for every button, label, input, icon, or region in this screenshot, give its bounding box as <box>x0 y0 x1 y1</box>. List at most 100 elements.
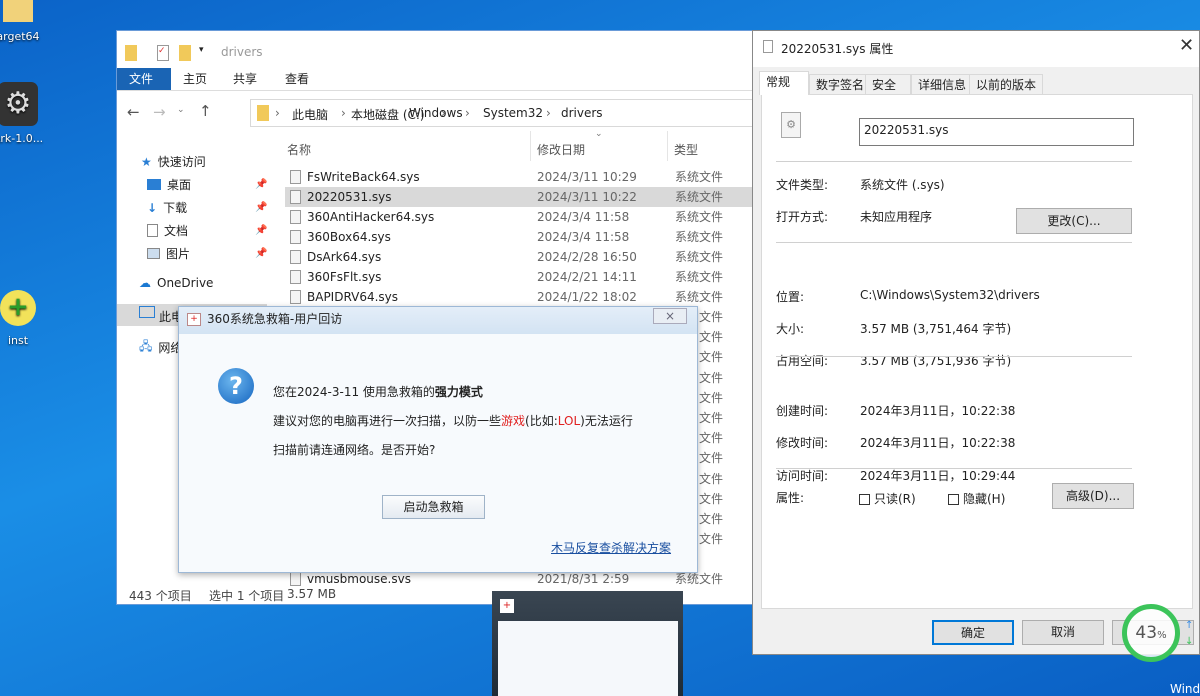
nav-label: 快速访问 <box>157 155 206 169</box>
tab-details[interactable]: 详细信息 <box>911 74 974 95</box>
pin-icon[interactable]: 📌 <box>255 248 267 259</box>
tab-home[interactable]: 主页 <box>171 68 219 90</box>
address-bar[interactable]: › 此电脑 › 本地磁盘 (C:) › Windows › System32 ›… <box>250 99 770 127</box>
status-selected: 选中 1 个项目 <box>209 589 285 603</box>
back-icon[interactable]: ← <box>127 103 140 121</box>
file-row[interactable]: FsWriteBack64.sys 2024/3/11 10:29 系统文件 <box>285 167 757 187</box>
properties-icon[interactable]: ✓ <box>157 45 169 61</box>
system-file-icon <box>763 40 773 53</box>
pin-icon[interactable]: 📌 <box>255 202 267 213</box>
nav-quick-access[interactable]: ★ 快速访问 <box>141 153 206 170</box>
tab-general[interactable]: 常规 <box>759 71 809 95</box>
tab-view[interactable]: 查看 <box>273 68 321 90</box>
file-type: 文件 <box>699 532 724 547</box>
hidden-checkbox[interactable]: 隐藏(H) <box>948 490 1005 507</box>
forward-icon[interactable]: → <box>153 103 166 121</box>
breadcrumb-system32[interactable]: System32 <box>483 106 543 120</box>
tab-previous-versions[interactable]: 以前的版本 <box>969 74 1044 95</box>
trojan-solution-link[interactable]: 木马反复查杀解决方案 <box>551 539 671 556</box>
property-value: 3.57 MB (3,751,464 字节) <box>860 322 1012 336</box>
nav-documents[interactable]: 文档 <box>147 222 188 239</box>
gear-icon: ⚙ <box>0 82 38 126</box>
document-icon <box>147 224 158 237</box>
tab-share[interactable]: 共享 <box>221 68 269 90</box>
property-value: 2024年3月11日，10:22:38 <box>860 436 1016 450</box>
cancel-button[interactable]: 取消 <box>1022 620 1104 645</box>
network-speed-widget[interactable]: 43% <box>1122 604 1180 662</box>
upload-arrow-icon: ↑ <box>1185 620 1194 631</box>
up-icon[interactable]: ↑ <box>199 102 212 120</box>
system-file-icon <box>290 230 301 244</box>
close-icon[interactable]: ✕ <box>1179 35 1194 56</box>
column-header-date[interactable]: 修改日期 <box>537 141 585 158</box>
system-file-icon <box>290 170 301 184</box>
rescue-box-dialog: +360系统急救箱-用户回访 × ? 您在2024-3-11 使用急救箱的强力模… <box>178 306 698 573</box>
window-title: 20220531.sys 属性 <box>781 42 894 56</box>
pin-icon[interactable]: 📌 <box>255 225 267 236</box>
file-name: 360FsFlt.sys <box>307 270 382 284</box>
file-date: 2024/1/22 18:02 <box>537 290 637 304</box>
file-row[interactable]: BAPIDRV64.sys 2024/1/22 18:02 系统文件 <box>285 287 757 307</box>
column-header-type[interactable]: 类型 <box>674 141 698 158</box>
taskbar-thumbnail[interactable]: + <box>492 591 683 696</box>
file-row[interactable]: 360AntiHacker64.sys 2024/3/4 11:58 系统文件 <box>285 207 757 227</box>
column-header-name[interactable]: 名称 <box>287 141 311 158</box>
file-date: 2024/2/28 16:50 <box>537 250 637 264</box>
breadcrumb-windows[interactable]: Windows <box>409 106 463 120</box>
tab-digital-signature[interactable]: 数字签名 <box>809 74 872 95</box>
recent-dropdown-icon[interactable]: ⌄ <box>177 105 185 115</box>
desktop-icon-inst[interactable]: + inst <box>0 290 58 347</box>
dialog-titlebar: +360系统急救箱-用户回访 <box>179 307 697 334</box>
folder-icon <box>3 0 33 22</box>
file-date: 2024/2/21 14:11 <box>537 270 637 284</box>
filename-input[interactable]: 20220531.sys <box>859 118 1134 146</box>
pin-icon[interactable]: 📌 <box>255 179 267 190</box>
properties-window: 20220531.sys 属性 ✕ 常规 数字签名 安全 详细信息 以前的版本 … <box>752 30 1200 655</box>
desktop-icon-ark[interactable]: ⚙ Ark-1.0... <box>0 82 58 145</box>
file-date: 2024/3/4 11:58 <box>537 210 630 224</box>
desktop-icon-label: inst <box>7 334 29 347</box>
nav-network[interactable]: 🖧 网络 <box>139 337 182 358</box>
tab-security[interactable]: 安全 <box>865 74 911 95</box>
file-row[interactable]: 360Box64.sys 2024/3/4 11:58 系统文件 <box>285 227 757 247</box>
file-row[interactable]: DsArk64.sys 2024/2/28 16:50 系统文件 <box>285 247 757 267</box>
new-folder-icon[interactable] <box>179 45 191 61</box>
sort-chevron-icon: ⌄ <box>595 129 603 139</box>
property-value: 2024年3月11日，10:22:38 <box>860 404 1016 418</box>
installer-icon: + <box>0 290 36 326</box>
quick-access-dropdown-icon[interactable]: ▾ <box>199 45 204 55</box>
nav-label: 下载 <box>163 201 188 215</box>
file-type: 文件 <box>699 310 724 324</box>
ok-button[interactable]: 确定 <box>932 620 1014 645</box>
property-value: 2024年3月11日，10:29:44 <box>860 469 1016 483</box>
nav-pictures[interactable]: 图片 <box>147 245 190 262</box>
file-type: 文件 <box>699 471 724 486</box>
file-type: 文件 <box>699 451 724 466</box>
close-button[interactable]: × <box>653 308 687 324</box>
nav-downloads[interactable]: ↓ 下载 <box>147 199 187 216</box>
nav-label: 桌面 <box>167 178 192 192</box>
system-file-icon <box>290 572 301 586</box>
desktop-icon-label: arget64 <box>0 30 40 43</box>
nav-desktop[interactable]: 桌面 <box>147 176 191 193</box>
advanced-button[interactable]: 高级(D)... <box>1052 483 1134 509</box>
file-type: 文件 <box>699 370 724 385</box>
dialog-line-2: 建议对您的电脑再进行一次扫描，以防一些游戏(比如:LOL)无法运行 <box>273 412 633 429</box>
breadcrumb-this-pc[interactable]: 此电脑 <box>292 106 328 123</box>
change-open-with-button[interactable]: 更改(C)... <box>1016 208 1132 234</box>
file-row[interactable]: 360FsFlt.sys 2024/2/21 14:11 系统文件 <box>285 267 757 287</box>
system-file-icon <box>290 250 301 264</box>
file-row[interactable]: 20220531.sys 2024/3/11 10:22 系统文件 <box>285 187 757 207</box>
property-label: 位置: <box>776 290 805 304</box>
system-file-gear-icon: ⚙ <box>781 112 801 138</box>
picture-icon <box>147 248 160 259</box>
tab-file[interactable]: 文件 <box>117 68 171 90</box>
nav-onedrive[interactable]: ☁ OneDrive <box>139 276 213 290</box>
dialog-line-1: 您在2024-3-11 使用急救箱的强力模式 <box>273 383 483 400</box>
breadcrumb-drivers[interactable]: drivers <box>561 106 603 120</box>
star-icon: ★ <box>141 154 152 169</box>
general-panel: ⚙ 20220531.sys 文件类型: 系统文件 (.sys) 打开方式: 未知应用… <box>761 94 1193 609</box>
readonly-checkbox[interactable]: 只读(R) <box>859 490 916 507</box>
desktop-icon-target64[interactable]: arget64 <box>0 0 58 43</box>
start-rescue-button[interactable]: 启动急救箱 <box>382 495 485 519</box>
